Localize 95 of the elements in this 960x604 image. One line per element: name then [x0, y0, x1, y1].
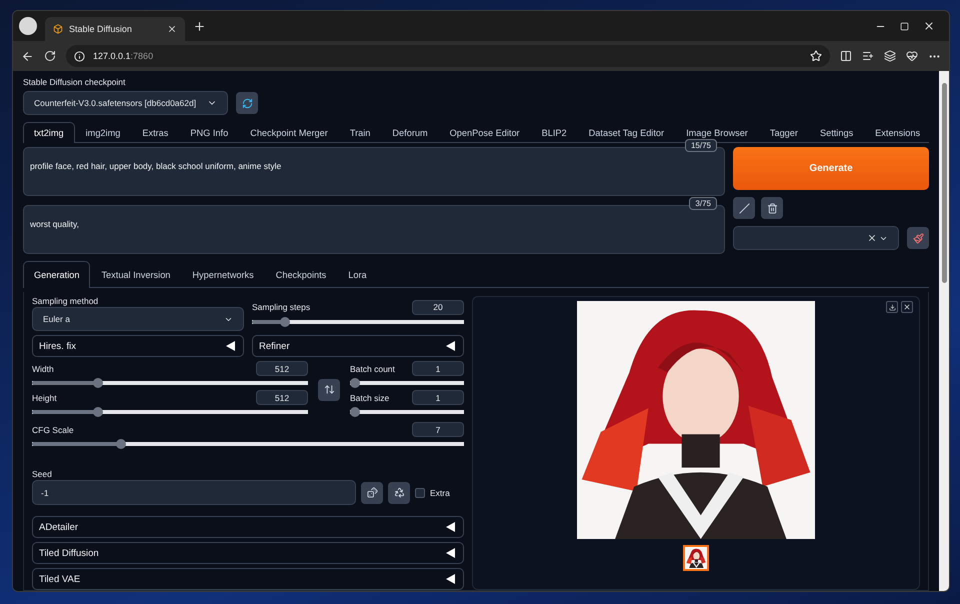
number-field[interactable]: 20	[412, 300, 464, 314]
close-icon[interactable]	[167, 24, 177, 34]
health-icon[interactable]	[906, 50, 918, 62]
slider-thumb[interactable]	[93, 407, 104, 417]
refresh-button[interactable]	[236, 92, 258, 114]
split-screen-icon[interactable]	[840, 50, 852, 62]
refresh-icon	[242, 98, 252, 108]
slider-thumb[interactable]	[350, 407, 360, 417]
tab[interactable]: Textual Inversion	[90, 261, 182, 288]
slider-thumb[interactable]	[280, 316, 290, 326]
tab[interactable]: Extensions	[864, 122, 932, 143]
accordion-header[interactable]: Refiner	[252, 335, 464, 357]
tab[interactable]: Checkpoints	[264, 261, 338, 288]
accordion-header[interactable]: ADetailer	[32, 516, 464, 538]
token-counter: 15/75	[684, 139, 717, 152]
tab[interactable]: Generation	[23, 261, 90, 288]
tab[interactable]: img2img	[74, 122, 132, 143]
reload-icon[interactable]	[44, 50, 56, 62]
sampling-method-dropdown[interactable]: Euler a	[32, 307, 244, 331]
address-bar[interactable]: 127.0.0.1:7860	[66, 45, 830, 67]
dice-icon	[366, 487, 378, 498]
star-icon[interactable]	[810, 50, 822, 62]
slider-thumb[interactable]	[116, 439, 126, 449]
slider-thumb[interactable]	[350, 378, 360, 388]
checkbox[interactable]	[415, 488, 425, 498]
tab[interactable]: Train	[338, 122, 382, 143]
back-icon[interactable]	[21, 50, 34, 62]
tab[interactable]: Checkpoint Merger	[239, 122, 339, 143]
slider[interactable]	[350, 407, 464, 417]
field-label: Seed	[32, 469, 53, 479]
checkpoint-dropdown[interactable]: Counterfeit-V3.0.safetensors [db6cd0a62d]	[23, 91, 228, 115]
swap-button[interactable]	[318, 378, 340, 400]
pencil-button[interactable]	[733, 197, 755, 219]
tab[interactable]: Settings	[808, 122, 864, 143]
tab[interactable]: BLIP2	[530, 122, 578, 143]
download-button[interactable]	[886, 301, 898, 313]
new-tab-icon[interactable]	[193, 20, 206, 32]
slider-thumb[interactable]	[93, 378, 104, 388]
recycle-button[interactable]	[388, 482, 410, 504]
number-field[interactable]: 1	[412, 361, 464, 376]
profile-avatar[interactable]	[19, 17, 37, 35]
tab[interactable]: Dataset Tag Editor	[578, 122, 676, 143]
negative-prompt-field[interactable]: worst quality,	[23, 205, 725, 254]
slider-label: Batch count	[350, 364, 395, 374]
tab-title: Stable Diffusion	[69, 24, 132, 34]
token-counter: 3/75	[689, 197, 717, 210]
prompt-field[interactable]: profile face, red hair, upper body, black school uniform, anime style	[23, 147, 725, 196]
tab[interactable]: txt2img	[23, 122, 75, 143]
checkbox-label: Extra	[430, 488, 451, 498]
swap-icon	[324, 384, 334, 395]
close-icon	[903, 303, 911, 311]
tab[interactable]: Tagger	[758, 122, 809, 143]
checkpoint-label: Stable Diffusion checkpoint	[23, 77, 126, 87]
recycle-icon	[394, 487, 404, 498]
tab[interactable]: OpenPose Editor	[438, 122, 531, 143]
dice-button[interactable]	[361, 482, 383, 504]
slider-label: Width	[32, 364, 54, 374]
accordion-header[interactable]: Tiled Diffusion	[32, 542, 464, 564]
number-field[interactable]: 512	[256, 361, 308, 376]
slider-label: Batch size	[350, 392, 390, 402]
prompt-text: worst quality,	[30, 219, 79, 229]
slash-icon	[738, 202, 750, 214]
slider-label: Height	[32, 392, 57, 402]
slider-label: Sampling steps	[252, 302, 310, 312]
number-field[interactable]: 512	[256, 390, 308, 405]
url-text: 127.0.0.1:7860	[93, 51, 154, 61]
info-icon	[74, 50, 85, 62]
number-field[interactable]: 7	[412, 422, 464, 437]
maximize-icon[interactable]	[900, 22, 909, 30]
download-icon	[888, 304, 896, 310]
tab[interactable]: Hypernetworks	[181, 261, 265, 288]
accordion-header[interactable]: Tiled VAE	[32, 568, 464, 590]
site-icon	[53, 24, 63, 34]
close-icon[interactable]	[923, 20, 935, 32]
slider[interactable]	[350, 378, 464, 388]
tab[interactable]: Deforum	[381, 122, 439, 143]
close-button[interactable]	[901, 301, 913, 313]
scrollbar[interactable]	[939, 71, 949, 591]
trash-icon	[766, 202, 778, 214]
tab[interactable]: Lora	[337, 261, 378, 288]
clear-icon[interactable]	[867, 233, 877, 243]
tab[interactable]: Extras	[131, 122, 180, 143]
prompt-text: profile face, red hair, upper body, black school uniform, anime style	[30, 161, 282, 171]
brush-button[interactable]	[907, 227, 929, 249]
accordion-header[interactable]: Hires. fix	[32, 335, 244, 357]
seed-field[interactable]: -1	[32, 480, 356, 505]
paintbrush-icon	[912, 232, 924, 244]
tab[interactable]: PNG Info	[179, 122, 240, 143]
collections-icon[interactable]	[884, 50, 896, 62]
trash-button[interactable]	[761, 197, 783, 219]
gallery-thumbnail[interactable]	[683, 545, 709, 571]
number-field[interactable]: 1	[412, 390, 464, 405]
field-label: Sampling method	[32, 296, 100, 306]
browser-tab[interactable]: Stable Diffusion	[45, 17, 185, 41]
slider-label: CFG Scale	[32, 424, 74, 434]
